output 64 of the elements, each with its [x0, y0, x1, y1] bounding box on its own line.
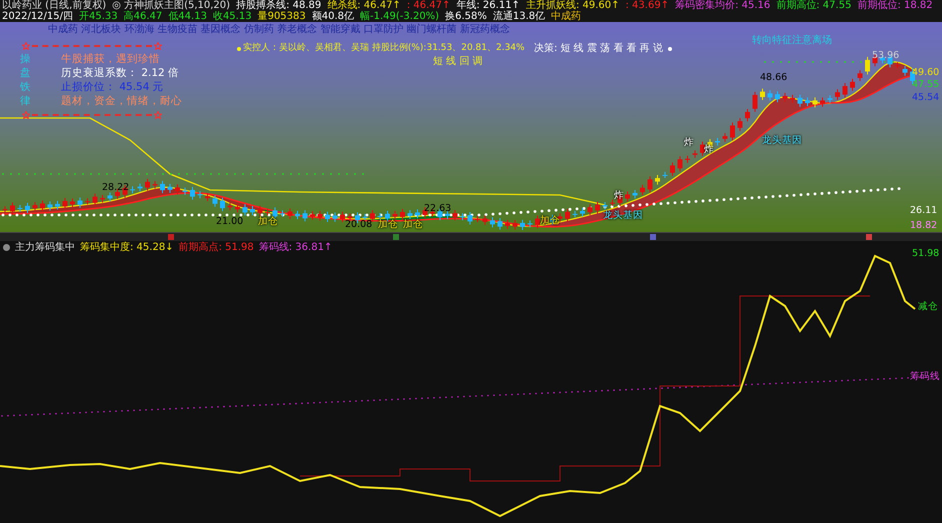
info-key: 铁 — [20, 81, 31, 94]
price-label: 18.82 — [910, 220, 938, 231]
quote-field: 收45.13 — [212, 11, 252, 22]
price-label: 48.66 — [760, 72, 788, 83]
axis-label: 减仓 — [918, 301, 938, 312]
indicator-value: : 43.69↑ — [626, 0, 670, 11]
signal-annotation: 龙头基因 — [762, 135, 802, 146]
price-label: 49.60 — [912, 67, 940, 78]
quote-field: 量905383 — [258, 11, 306, 22]
price-label: 20.08 — [345, 219, 372, 230]
indicator-value: 绝杀线: 46.47↑ — [327, 0, 401, 11]
warning-text: 转向特征注意离场 — [752, 35, 832, 46]
indicator-value: 年线: 26.11↑ — [456, 0, 520, 11]
quote-field: 低44.13 — [168, 11, 207, 22]
price-label: 26.11 — [910, 205, 938, 216]
signal-annotation: 加仓 — [403, 219, 423, 230]
holders-text: 实控人：吴以岭、吴相君、吴瑞 持股比例(%):31.53、20.81、2.34% — [243, 43, 525, 54]
info-key: 操 — [20, 53, 31, 66]
decision-text: 决策: 短 线 震 荡 看 看 再 说 — [534, 43, 663, 54]
bullet-icon — [237, 47, 241, 51]
indicator-value: 前期低位: 18.82 — [857, 0, 933, 11]
info-text: 牛股捕获，遇到珍惜 — [61, 53, 160, 66]
signal-annotation: 龙头基因 — [603, 210, 643, 221]
quote-field: 高46.47 — [124, 11, 162, 22]
price-label: 21.00 — [216, 216, 244, 227]
signal-annotation: 加仓 — [258, 216, 278, 227]
star-icon — [22, 42, 30, 50]
star-icon — [22, 111, 30, 119]
info-text: 止损价位： 45.54 元 — [61, 81, 164, 94]
sub-indicator-name: 主力筹码集中 — [15, 240, 75, 254]
star-icon — [154, 42, 162, 50]
axis-label: 筹码线 — [910, 371, 940, 382]
info-key: 盘 — [20, 67, 31, 80]
bullet-icon — [668, 47, 672, 51]
indicator-value: 前期高点: 51.98 — [178, 240, 254, 254]
star-icon — [154, 111, 162, 119]
info-key: 律 — [20, 95, 31, 108]
quote-field: 幅-1.49(-3.20%) — [360, 11, 440, 22]
indicator-value: : 46.47↑ — [406, 0, 450, 11]
quote-field: 中成药 — [551, 11, 582, 22]
indicator-value: 筹码集中度: 45.28↓ — [80, 240, 174, 254]
price-label: 45.54 — [912, 92, 940, 103]
indicator-value: 持股搏杀线: 48.89 — [236, 0, 322, 11]
signal-annotation: 炸 — [684, 137, 694, 148]
info-text: 历史衰退系数： 2.12 倍 — [61, 67, 180, 80]
price-label: 47.55 — [912, 79, 940, 90]
quote-field: 开45.33 — [79, 11, 118, 22]
quote-field: 2022/12/15/四 — [2, 11, 74, 22]
signal-text: 短 线 回 调 — [433, 56, 483, 67]
quote-field: 换6.58% — [445, 11, 487, 22]
stock-title: 以岭药业 (日线,前复权) — [2, 0, 106, 11]
event-marker-icon — [650, 234, 656, 240]
event-marker-icon — [168, 234, 174, 240]
quote-field: 流通13.8亿 — [492, 11, 546, 22]
price-label: 53.96 — [872, 50, 900, 61]
event-marker-icon — [866, 234, 872, 240]
event-marker-icon — [393, 234, 399, 240]
info-text: 题材，资金，情绪，耐心 — [61, 95, 182, 108]
indicator-toggle-icon[interactable] — [3, 244, 10, 250]
concept-tags: 中成药 河北板块 环渤海 生物疫苗 基因概念 仿制药 养老概念 智能穿戴 口罩防护 幽门螺杆菌 新冠药概念 — [48, 24, 510, 35]
axis-label: 51.98 — [912, 248, 940, 259]
signal-annotation: 加仓 — [378, 219, 398, 230]
quote-field: 额40.8亿 — [312, 11, 354, 22]
indicator-value: 筹码线: 36.81↑ — [258, 240, 332, 254]
